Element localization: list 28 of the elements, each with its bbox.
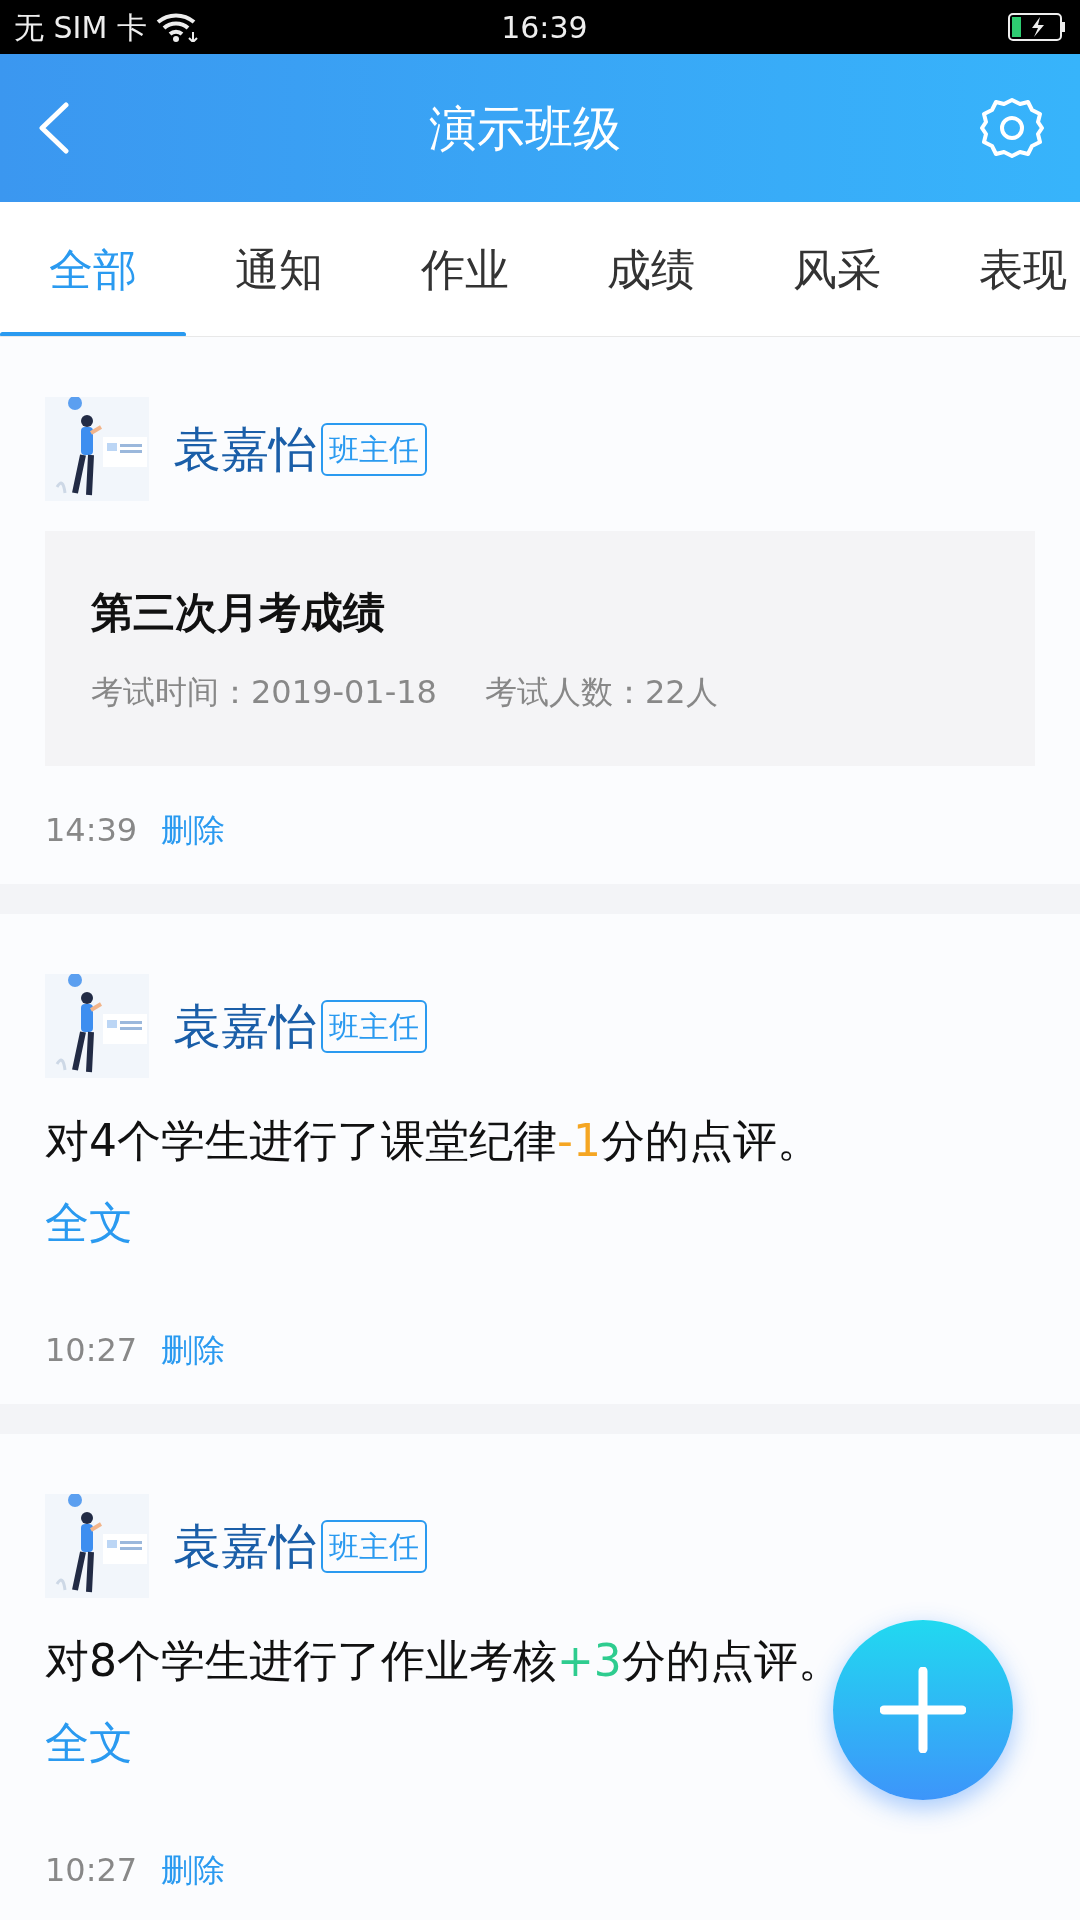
- tab[interactable]: 风采: [744, 202, 930, 336]
- tab[interactable]: 通知: [186, 202, 372, 336]
- tab[interactable]: 成绩: [558, 202, 744, 336]
- exam-card[interactable]: 第三次月考成绩 考试时间：2019-01-18 考试人数：22人: [45, 531, 1035, 766]
- author-name: 袁嘉怡: [173, 1517, 317, 1576]
- post-time: 10:27: [45, 1330, 138, 1371]
- plus-icon: [880, 1667, 966, 1753]
- battery-icon: [1008, 13, 1066, 41]
- exam-title: 第三次月考成绩: [91, 587, 386, 639]
- clock-text: 16:39: [500, 8, 589, 47]
- back-icon[interactable]: [36, 102, 70, 154]
- role-tag: 班主任: [321, 999, 427, 1053]
- role-tag: 班主任: [321, 422, 427, 476]
- post-text: 对8个学生进行了作业考核+3分的点评。: [45, 1634, 843, 1688]
- carrier-text: 无 SIM 卡: [14, 8, 147, 47]
- wifi-icon: [154, 12, 201, 42]
- author-name: 袁嘉怡: [173, 997, 317, 1056]
- post-time: 10:27: [45, 1850, 138, 1891]
- post-time: 14:39: [45, 810, 138, 851]
- exam-date: 考试时间：2019-01-18: [91, 672, 437, 713]
- author-name: 袁嘉怡: [173, 420, 317, 479]
- role-tag: 班主任: [321, 1519, 427, 1573]
- settings-icon[interactable]: [980, 96, 1044, 160]
- tab[interactable]: 表现: [930, 202, 1080, 336]
- page-title: 演示班级: [429, 99, 621, 158]
- post-text: 对4个学生进行了课堂纪律-1分的点评。: [45, 1114, 822, 1168]
- exam-count: 考试人数：22人: [484, 672, 718, 713]
- tab[interactable]: 作业: [372, 202, 558, 336]
